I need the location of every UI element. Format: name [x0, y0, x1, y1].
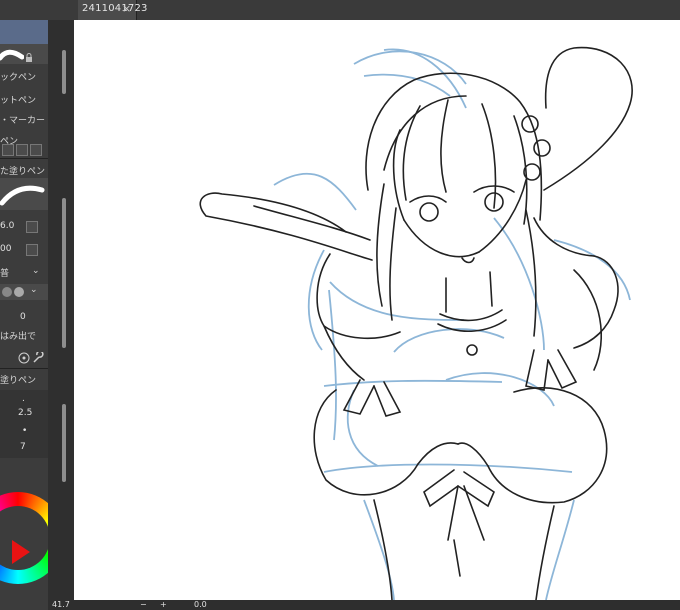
brush-size-option[interactable]: 2.5 [18, 408, 32, 418]
opacity-value[interactable]: 00 [0, 244, 11, 254]
palette-scrollbar[interactable] [62, 404, 66, 482]
hidden-option-label: はみ出で [0, 332, 37, 342]
sub-tool-item-3[interactable]: ・マーカー [0, 113, 45, 126]
lock-icon [24, 48, 34, 62]
angle-value[interactable]: 0 [20, 312, 26, 322]
property-scrollbar[interactable] [62, 198, 66, 348]
brush-size-option[interactable]: . [22, 394, 25, 404]
sub-tool-item-1[interactable]: ックペン [0, 70, 36, 83]
status-bar: 41.7 − + 0.0 [48, 600, 680, 610]
sub-tool-selected-row[interactable] [0, 20, 48, 44]
canvas-tab-title: 2411041723 [82, 3, 148, 14]
canvas-tab[interactable]: 2411041723 × [78, 0, 147, 20]
panel-divider [0, 158, 48, 159]
brush-size-value[interactable]: 6.0 [0, 221, 14, 231]
brush-stroke-icon [0, 46, 25, 61]
sub-tool-item-2[interactable]: ットペン [0, 93, 36, 106]
brush-preview [0, 178, 48, 210]
title-bar: 2411041723 × [0, 0, 680, 20]
panel-divider [0, 368, 48, 369]
chevron-down-icon[interactable]: ⌄ [32, 266, 40, 276]
brush-size-panel-title: 塗りペン [0, 376, 37, 386]
brush-size-option[interactable]: 7 [20, 442, 26, 452]
opacity-settings-icon[interactable] [26, 244, 38, 256]
sub-tool-settings-icon[interactable] [2, 144, 14, 156]
trash-icon[interactable] [30, 144, 42, 156]
blend-mode-select[interactable]: 普 [0, 266, 9, 279]
brush-size-settings-icon[interactable] [26, 221, 38, 233]
scroll-divider [48, 20, 74, 610]
wrench-icon[interactable] [32, 349, 44, 363]
chevron-down-icon[interactable]: ⌄ [30, 285, 38, 295]
zoom-readout: 41.7 [52, 600, 70, 609]
duplicate-sub-tool-icon[interactable] [16, 144, 28, 156]
close-icon[interactable]: × [122, 2, 131, 15]
texture-icon-2 [14, 287, 24, 297]
compass-icon[interactable] [18, 349, 30, 364]
drawing-canvas[interactable] [74, 20, 680, 600]
brush-size-palette: . 2.5 • 7 [0, 390, 48, 458]
tool-property-title: た塗りペン [0, 167, 46, 177]
zoom-field[interactable]: 0.0 [194, 600, 207, 609]
sketch-illustration [199, 46, 633, 600]
sub-tool-scrollbar[interactable] [62, 50, 66, 94]
color-triangle[interactable] [12, 540, 30, 564]
texture-row[interactable]: ⌄ [0, 284, 48, 300]
zoom-out-button[interactable]: − [140, 600, 147, 609]
brush-size-option[interactable]: • [22, 426, 27, 436]
zoom-in-button[interactable]: + [160, 600, 167, 609]
sub-tool-panel: ックペン ットペン ・マーカー ペン た塗りペン 6.0 00 普 ⌄ ⌄ 0 … [0, 20, 64, 610]
texture-icon [2, 287, 12, 297]
